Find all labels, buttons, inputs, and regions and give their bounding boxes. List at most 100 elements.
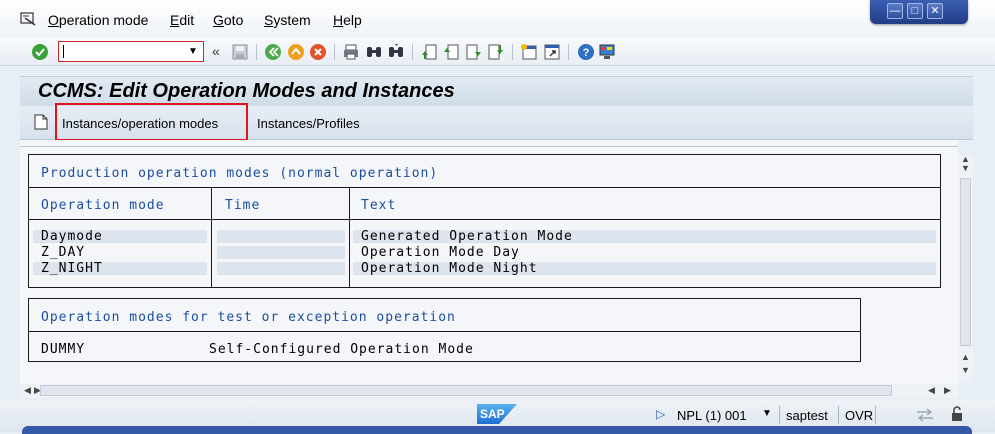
scroll-thumb[interactable] xyxy=(40,385,892,396)
production-modes-box: Production operation modes (normal opera… xyxy=(28,154,941,288)
column-header-text[interactable]: Text xyxy=(361,198,396,213)
shortcut-icon[interactable] xyxy=(543,43,561,61)
server-name: saptest xyxy=(786,408,828,423)
next-page-icon[interactable] xyxy=(465,43,483,61)
cell-text: Self-Configured Operation Mode xyxy=(209,342,474,357)
scroll-right-icon[interactable]: ▶ xyxy=(944,385,951,396)
menu-edit[interactable]: Edit xyxy=(170,12,194,28)
list-item-text[interactable]: Self-Configured Operation Mode xyxy=(209,342,474,357)
toolbar-separator xyxy=(334,44,335,60)
column-header-operation-mode[interactable]: Operation mode xyxy=(41,198,165,213)
toolbar-separator xyxy=(512,44,513,60)
title-bar: CCMS: Edit Operation Modes and Instances xyxy=(20,76,973,106)
table-row-text[interactable]: Operation Mode Night xyxy=(361,261,538,276)
toolbar-separator xyxy=(412,44,413,60)
menu-accel: H xyxy=(333,12,344,28)
enter-icon[interactable] xyxy=(31,43,49,61)
divider xyxy=(29,331,860,332)
menu-system[interactable]: System xyxy=(264,12,311,28)
menu-bar: Operation mode Edit Goto System Help — □… xyxy=(0,0,995,38)
system-info: NPL (1) 001 xyxy=(677,408,747,423)
page-title: CCMS: Edit Operation Modes and Instances xyxy=(38,80,455,102)
chevron-down-icon[interactable]: ▼ xyxy=(185,43,201,60)
menu-operation-mode[interactable]: Operation mode xyxy=(48,12,148,28)
divider xyxy=(29,187,940,188)
app-menu-icon[interactable] xyxy=(20,12,36,26)
maximize-icon[interactable]: □ xyxy=(907,3,923,19)
column-divider xyxy=(349,188,350,288)
menu-label: oto xyxy=(223,12,244,28)
scroll-down-bottom-icon[interactable]: ▼ xyxy=(961,365,970,375)
customize-layout-icon[interactable] xyxy=(598,43,616,61)
menu-help[interactable]: Help xyxy=(333,12,362,28)
command-field[interactable]: ▼ xyxy=(58,41,204,62)
text-cursor xyxy=(63,45,64,58)
menu-label: elp xyxy=(343,12,362,28)
save-icon[interactable] xyxy=(231,43,249,61)
command-input[interactable] xyxy=(59,42,181,61)
insert-mode: OVR xyxy=(845,408,874,423)
double-chevron-left-icon[interactable]: « xyxy=(212,43,220,59)
row-shade xyxy=(217,246,345,259)
toolbar-separator xyxy=(568,44,569,60)
menu-label: ystem xyxy=(273,12,311,28)
table-row[interactable]: Z_NIGHT xyxy=(41,261,103,276)
close-icon[interactable]: ✕ xyxy=(927,3,943,19)
status-separator xyxy=(875,406,876,424)
menu-accel: E xyxy=(170,12,180,28)
menu-accel: S xyxy=(264,12,274,28)
window-bottom-edge xyxy=(22,426,972,434)
status-separator xyxy=(838,406,839,424)
window-controls: — □ ✕ xyxy=(870,0,968,24)
menu-label: dit xyxy=(179,12,195,28)
menu-label: peration mode xyxy=(58,12,149,28)
vertical-scrollbar[interactable]: ▲ ▼ ▲ ▼ xyxy=(958,154,973,382)
create-session-icon[interactable] xyxy=(520,43,538,61)
cell-mode: Z_NIGHT xyxy=(41,261,103,276)
table-row[interactable]: Z_DAY xyxy=(41,245,85,260)
scroll-left-end-icon[interactable]: ◀ xyxy=(928,385,935,396)
scroll-thumb[interactable] xyxy=(960,178,971,346)
help-icon[interactable]: ? xyxy=(577,43,595,61)
cell-text: Operation Mode Night xyxy=(361,261,538,276)
document-icon xyxy=(34,114,48,130)
system-toolbar: ▼ « ? xyxy=(0,38,995,66)
minimize-icon[interactable]: — xyxy=(887,3,903,19)
column-header-time[interactable]: Time xyxy=(225,198,260,213)
find-icon[interactable] xyxy=(365,43,383,61)
lock-icon[interactable] xyxy=(950,406,964,422)
content-area: Production operation modes (normal opera… xyxy=(20,140,958,384)
production-heading: Production operation modes (normal opera… xyxy=(41,166,439,181)
first-page-icon[interactable] xyxy=(420,43,438,61)
play-icon[interactable]: ▷ xyxy=(656,407,665,421)
highlight-frame xyxy=(55,103,248,141)
menu-accel: O xyxy=(48,12,59,28)
last-page-icon[interactable] xyxy=(487,43,505,61)
scroll-up-icon[interactable]: ▼ xyxy=(961,163,970,173)
svg-text:?: ? xyxy=(583,47,590,59)
row-shade xyxy=(217,230,345,243)
cancel-icon[interactable] xyxy=(309,43,327,61)
chevron-down-icon[interactable]: ▼ xyxy=(762,408,772,419)
previous-page-icon[interactable] xyxy=(442,43,460,61)
find-next-icon[interactable] xyxy=(387,43,405,61)
menu-accel: G xyxy=(213,12,224,28)
scroll-down-icon[interactable]: ▲ xyxy=(961,352,970,362)
divider xyxy=(29,219,940,220)
toolbar-separator xyxy=(256,44,257,60)
tab-instances-profiles[interactable]: Instances/Profiles xyxy=(257,116,360,131)
table-row-text[interactable]: Generated Operation Mode xyxy=(361,229,573,244)
menu-goto[interactable]: Goto xyxy=(213,12,243,28)
scroll-left-icon[interactable]: ◀ xyxy=(24,385,31,396)
exit-icon[interactable] xyxy=(287,43,305,61)
cell-mode: Daymode xyxy=(41,229,103,244)
column-divider xyxy=(211,188,212,288)
back-icon[interactable] xyxy=(264,43,282,61)
table-row[interactable]: Daymode xyxy=(41,229,103,244)
content-divider xyxy=(20,146,958,154)
horizontal-scrollbar[interactable]: ◀ ▶ ◀ ▶ xyxy=(20,384,958,398)
cell-mode: Z_DAY xyxy=(41,245,86,260)
list-item[interactable]: DUMMY xyxy=(41,342,85,357)
table-row-text[interactable]: Operation Mode Day xyxy=(361,245,520,260)
print-icon[interactable] xyxy=(342,43,360,61)
